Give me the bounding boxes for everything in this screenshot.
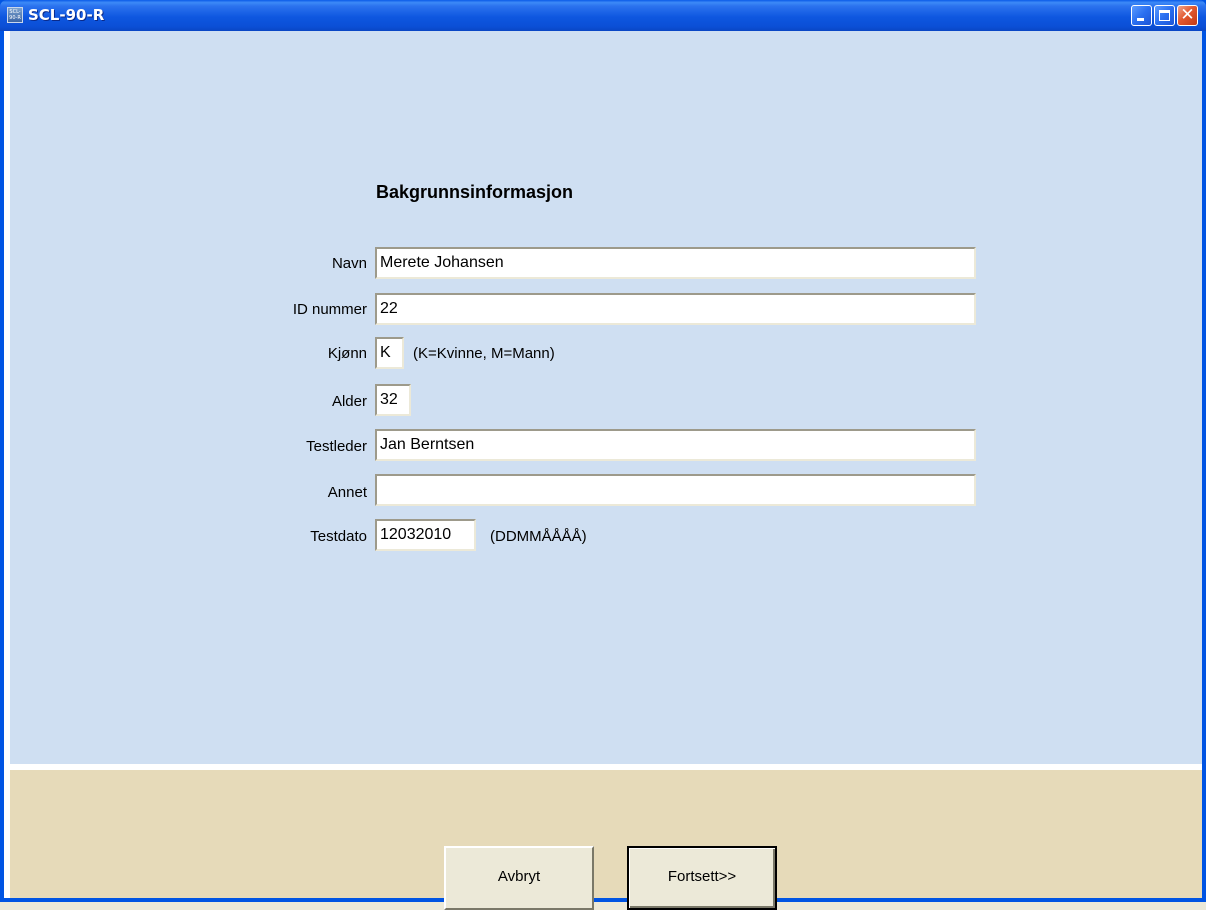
maximize-button[interactable] <box>1154 5 1175 26</box>
close-icon: ✕ <box>1180 5 1195 25</box>
close-button[interactable]: ✕ <box>1177 5 1198 26</box>
navn-input[interactable]: Merete Johansen <box>375 247 976 279</box>
minimize-icon <box>1137 18 1144 21</box>
annet-label: Annet <box>327 484 367 501</box>
form-panel: Bakgrunnsinformasjon Navn Merete Johanse… <box>10 31 1202 764</box>
window-title: SCL-90-R <box>28 6 105 24</box>
alder-input[interactable]: 32 <box>375 384 411 416</box>
testleder-input[interactable]: Jan Berntsen <box>375 429 976 461</box>
cancel-button-label: Avbryt <box>497 868 541 885</box>
continue-button-label: Fortsett>> <box>667 868 737 885</box>
continue-button[interactable]: Fortsett>> <box>627 846 777 910</box>
testdato-label: Testdato <box>310 528 367 545</box>
navn-label: Navn <box>331 255 367 272</box>
alder-label: Alder <box>331 393 367 410</box>
app-icon[interactable]: SCL-90-R <box>7 7 23 23</box>
kjonn-input[interactable]: K <box>375 337 404 369</box>
kjonn-hint: (K=Kvinne, M=Mann) <box>413 345 555 362</box>
id-nummer-label: ID nummer <box>292 301 367 318</box>
title-bar[interactable]: SCL-90-R SCL-90-R ✕ <box>0 0 1206 31</box>
testdato-hint: (DDMMÅÅÅÅ) <box>490 528 587 545</box>
button-bar: Avbryt Fortsett>> <box>10 770 1202 910</box>
testdato-input[interactable]: 12032010 <box>375 519 476 551</box>
page-title: Bakgrunnsinformasjon <box>376 182 574 202</box>
kjonn-label: Kjønn <box>327 345 367 362</box>
client-area: Bakgrunnsinformasjon Navn Merete Johanse… <box>4 31 1202 910</box>
app-window: SCL-90-R SCL-90-R ✕ Bakgrunnsinformasjon… <box>0 0 1206 910</box>
minimize-button[interactable] <box>1131 5 1152 26</box>
annet-input[interactable] <box>375 474 976 506</box>
testleder-label: Testleder <box>306 438 367 455</box>
maximize-icon <box>1159 10 1170 21</box>
id-nummer-input[interactable]: 22 <box>375 293 976 325</box>
cancel-button[interactable]: Avbryt <box>444 846 594 910</box>
